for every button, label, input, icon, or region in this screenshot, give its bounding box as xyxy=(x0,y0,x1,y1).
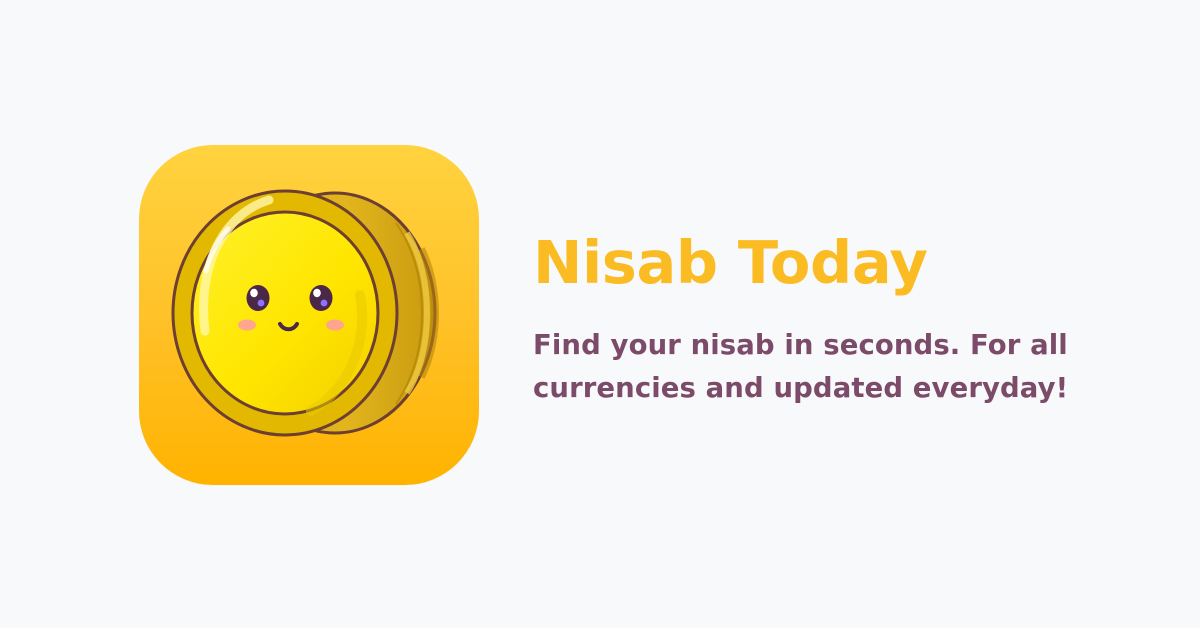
smiling-gold-coin-icon xyxy=(139,145,479,485)
left-eye-icon xyxy=(246,285,270,311)
coin-front xyxy=(171,189,399,437)
app-title: Nisab Today xyxy=(533,228,928,297)
app-tagline: Find your nisab in seconds. For all curr… xyxy=(533,329,1069,404)
right-eye-icon xyxy=(309,285,333,311)
left-cheek-icon xyxy=(238,319,256,331)
social-card: Nisab Today Find your nisab in seconds. … xyxy=(0,0,1200,628)
right-cheek-icon xyxy=(326,319,344,331)
app-copy: Nisab Today Find your nisab in seconds. … xyxy=(533,223,1133,410)
